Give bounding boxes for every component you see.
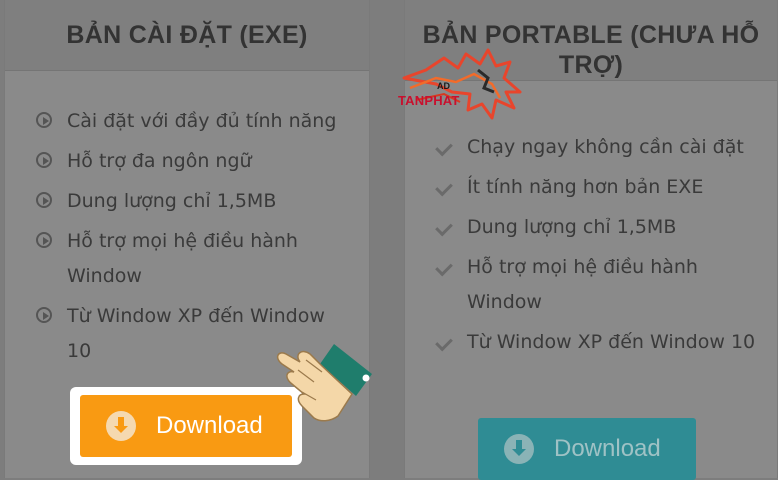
play-circle-icon [36,152,52,168]
download-circle-icon [106,411,136,441]
check-icon [435,178,453,197]
exe-feature-text: Hỗ trợ mọi hệ điều hành Window [67,230,298,287]
exe-feature-text: Hỗ trợ đa ngôn ngữ [67,150,252,172]
pointing-hand-icon [276,344,372,422]
portable-feature-text: Dung lượng chỉ 1,5MB [467,216,677,238]
exe-download-button[interactable]: Download [80,395,292,457]
exe-feature-item: Hỗ trợ đa ngôn ngữ [5,144,369,179]
exe-feature-item: Hỗ trợ mọi hệ điều hành Window [5,224,369,294]
check-icon [435,138,453,157]
portable-feature-item: Ít tính năng hơn bản EXE [405,170,777,205]
check-icon [435,218,453,237]
exe-feature-item: Cài đặt với đầy đủ tính năng [5,104,369,139]
portable-feature-item: Chạy ngay không cần cài đặt [405,130,777,165]
exe-feature-list: Cài đặt với đầy đủ tính năng Hỗ trợ đa n… [5,104,369,374]
portable-feature-text: Ít tính năng hơn bản EXE [467,176,704,198]
exe-feature-text: Cài đặt với đầy đủ tính năng [67,110,337,132]
play-circle-icon [36,232,52,248]
portable-feature-item: Dung lượng chỉ 1,5MB [405,210,777,245]
exe-download-label: Download [156,412,263,439]
portable-download-label: Download [554,435,661,462]
check-icon [435,333,453,352]
check-icon [435,258,453,277]
exe-feature-item: Dung lượng chỉ 1,5MB [5,184,369,219]
watermark-ad-text: AD [437,81,450,91]
play-circle-icon [36,307,52,323]
portable-feature-list: Chạy ngay không cần cài đặt Ít tính năng… [405,130,777,365]
exe-feature-text: Dung lượng chỉ 1,5MB [67,190,277,212]
play-circle-icon [36,112,52,128]
portable-download-button[interactable]: Download [478,418,696,480]
download-circle-icon [504,434,534,464]
portable-feature-item: Từ Window XP đến Window 10 [405,325,777,360]
portable-feature-text: Từ Window XP đến Window 10 [467,331,756,353]
tanphat-wolf-logo [402,48,522,120]
exe-plan-title: BẢN CÀI ĐẶT (EXE) [5,0,369,71]
portable-feature-item: Hỗ trợ mọi hệ điều hành Window [405,250,777,320]
portable-feature-text: Hỗ trợ mọi hệ điều hành Window [467,256,698,313]
watermark-brand-text: TANPHAT [398,93,460,108]
play-circle-icon [36,192,52,208]
portable-feature-text: Chạy ngay không cần cài đặt [467,136,744,158]
